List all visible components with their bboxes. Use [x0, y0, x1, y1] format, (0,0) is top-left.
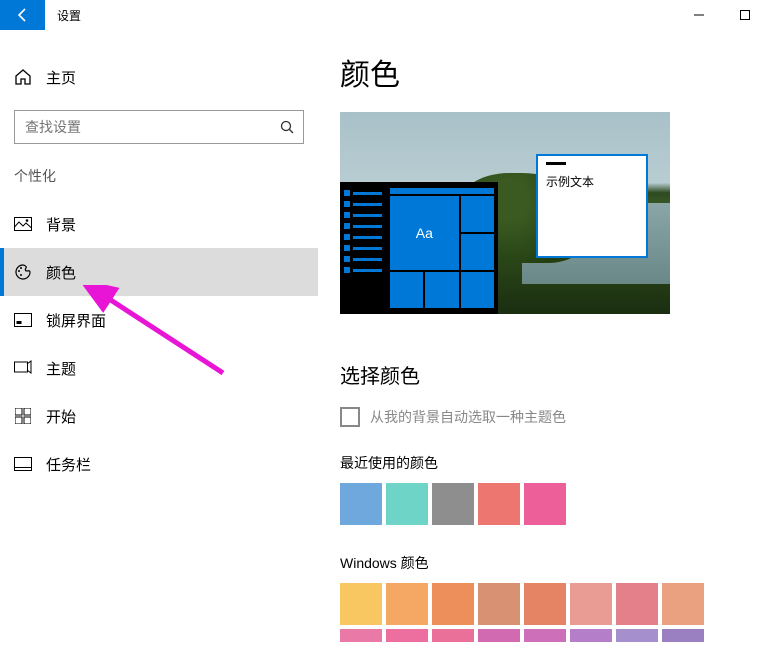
color-swatch[interactable]: [432, 583, 474, 625]
checkbox-icon[interactable]: [340, 407, 360, 427]
home-icon: [14, 68, 32, 86]
preview-sample-window: 示例文本: [536, 154, 648, 258]
palette-icon: [14, 263, 32, 281]
sidebar: 主页 个性化 背景 颜色 锁屏界面: [0, 30, 318, 655]
main-content: 颜色 Aa: [318, 30, 768, 655]
recent-colors-row: [340, 483, 746, 525]
color-swatch[interactable]: [340, 629, 382, 642]
color-swatch[interactable]: [524, 629, 566, 642]
preview-sample-text: 示例文本: [546, 173, 638, 190]
sidebar-item-label: 主题: [46, 358, 76, 379]
start-icon: [14, 408, 32, 424]
color-swatch[interactable]: [478, 629, 520, 642]
color-swatch[interactable]: [662, 629, 704, 642]
auto-pick-row[interactable]: 从我的背景自动选取一种主题色: [340, 407, 746, 427]
color-swatch[interactable]: [662, 583, 704, 625]
sidebar-item-label: 背景: [46, 214, 76, 235]
color-swatch[interactable]: [478, 483, 520, 525]
window-title: 设置: [45, 0, 81, 30]
maximize-icon: [740, 10, 750, 20]
minimize-button[interactable]: [676, 0, 722, 30]
color-swatch[interactable]: [524, 483, 566, 525]
auto-pick-label: 从我的背景自动选取一种主题色: [370, 407, 566, 427]
sidebar-item-label: 颜色: [46, 262, 76, 283]
color-swatch[interactable]: [570, 583, 612, 625]
page-title: 颜色: [340, 50, 746, 94]
sidebar-item-taskbar[interactable]: 任务栏: [0, 440, 318, 488]
color-swatch[interactable]: [570, 629, 612, 642]
windows-colors-label: Windows 颜色: [340, 553, 746, 573]
taskbar-icon: [14, 457, 32, 471]
search-box[interactable]: [14, 110, 304, 144]
sidebar-home[interactable]: 主页: [0, 56, 318, 98]
search-input[interactable]: [15, 119, 271, 135]
preview-start-menu: Aa: [340, 182, 498, 314]
lockscreen-icon: [14, 313, 32, 327]
color-swatch[interactable]: [432, 483, 474, 525]
search-icon: [271, 120, 303, 134]
sidebar-home-label: 主页: [46, 67, 76, 88]
back-button[interactable]: [0, 0, 45, 30]
arrow-left-icon: [15, 7, 31, 23]
sidebar-item-label: 任务栏: [46, 454, 91, 475]
color-swatch[interactable]: [616, 583, 658, 625]
color-swatch[interactable]: [386, 583, 428, 625]
color-swatch[interactable]: [616, 629, 658, 642]
windows-colors-grid: [340, 583, 746, 642]
color-swatch[interactable]: [340, 583, 382, 625]
sidebar-item-background[interactable]: 背景: [0, 200, 318, 248]
color-swatch[interactable]: [386, 629, 428, 642]
sidebar-item-label: 开始: [46, 406, 76, 427]
themes-icon: [14, 360, 32, 376]
maximize-button[interactable]: [722, 0, 768, 30]
window-controls: [676, 0, 768, 30]
recent-colors-label: 最近使用的颜色: [340, 453, 746, 473]
sidebar-item-start[interactable]: 开始: [0, 392, 318, 440]
color-swatch[interactable]: [524, 583, 566, 625]
sidebar-category: 个性化: [0, 166, 318, 200]
sidebar-item-label: 锁屏界面: [46, 310, 106, 331]
color-swatch[interactable]: [386, 483, 428, 525]
color-swatch[interactable]: [432, 629, 474, 642]
color-swatch[interactable]: [478, 583, 520, 625]
sidebar-item-themes[interactable]: 主题: [0, 344, 318, 392]
picture-icon: [14, 217, 32, 231]
color-preview: Aa 示例文本: [340, 112, 670, 314]
color-swatch[interactable]: [340, 483, 382, 525]
titlebar: 设置: [0, 0, 768, 30]
minimize-icon: [694, 10, 704, 20]
sidebar-item-colors[interactable]: 颜色: [0, 248, 318, 296]
preview-tile-sample: Aa: [390, 196, 459, 270]
sidebar-item-lockscreen[interactable]: 锁屏界面: [0, 296, 318, 344]
section-choose-color: 选择颜色: [340, 360, 746, 389]
